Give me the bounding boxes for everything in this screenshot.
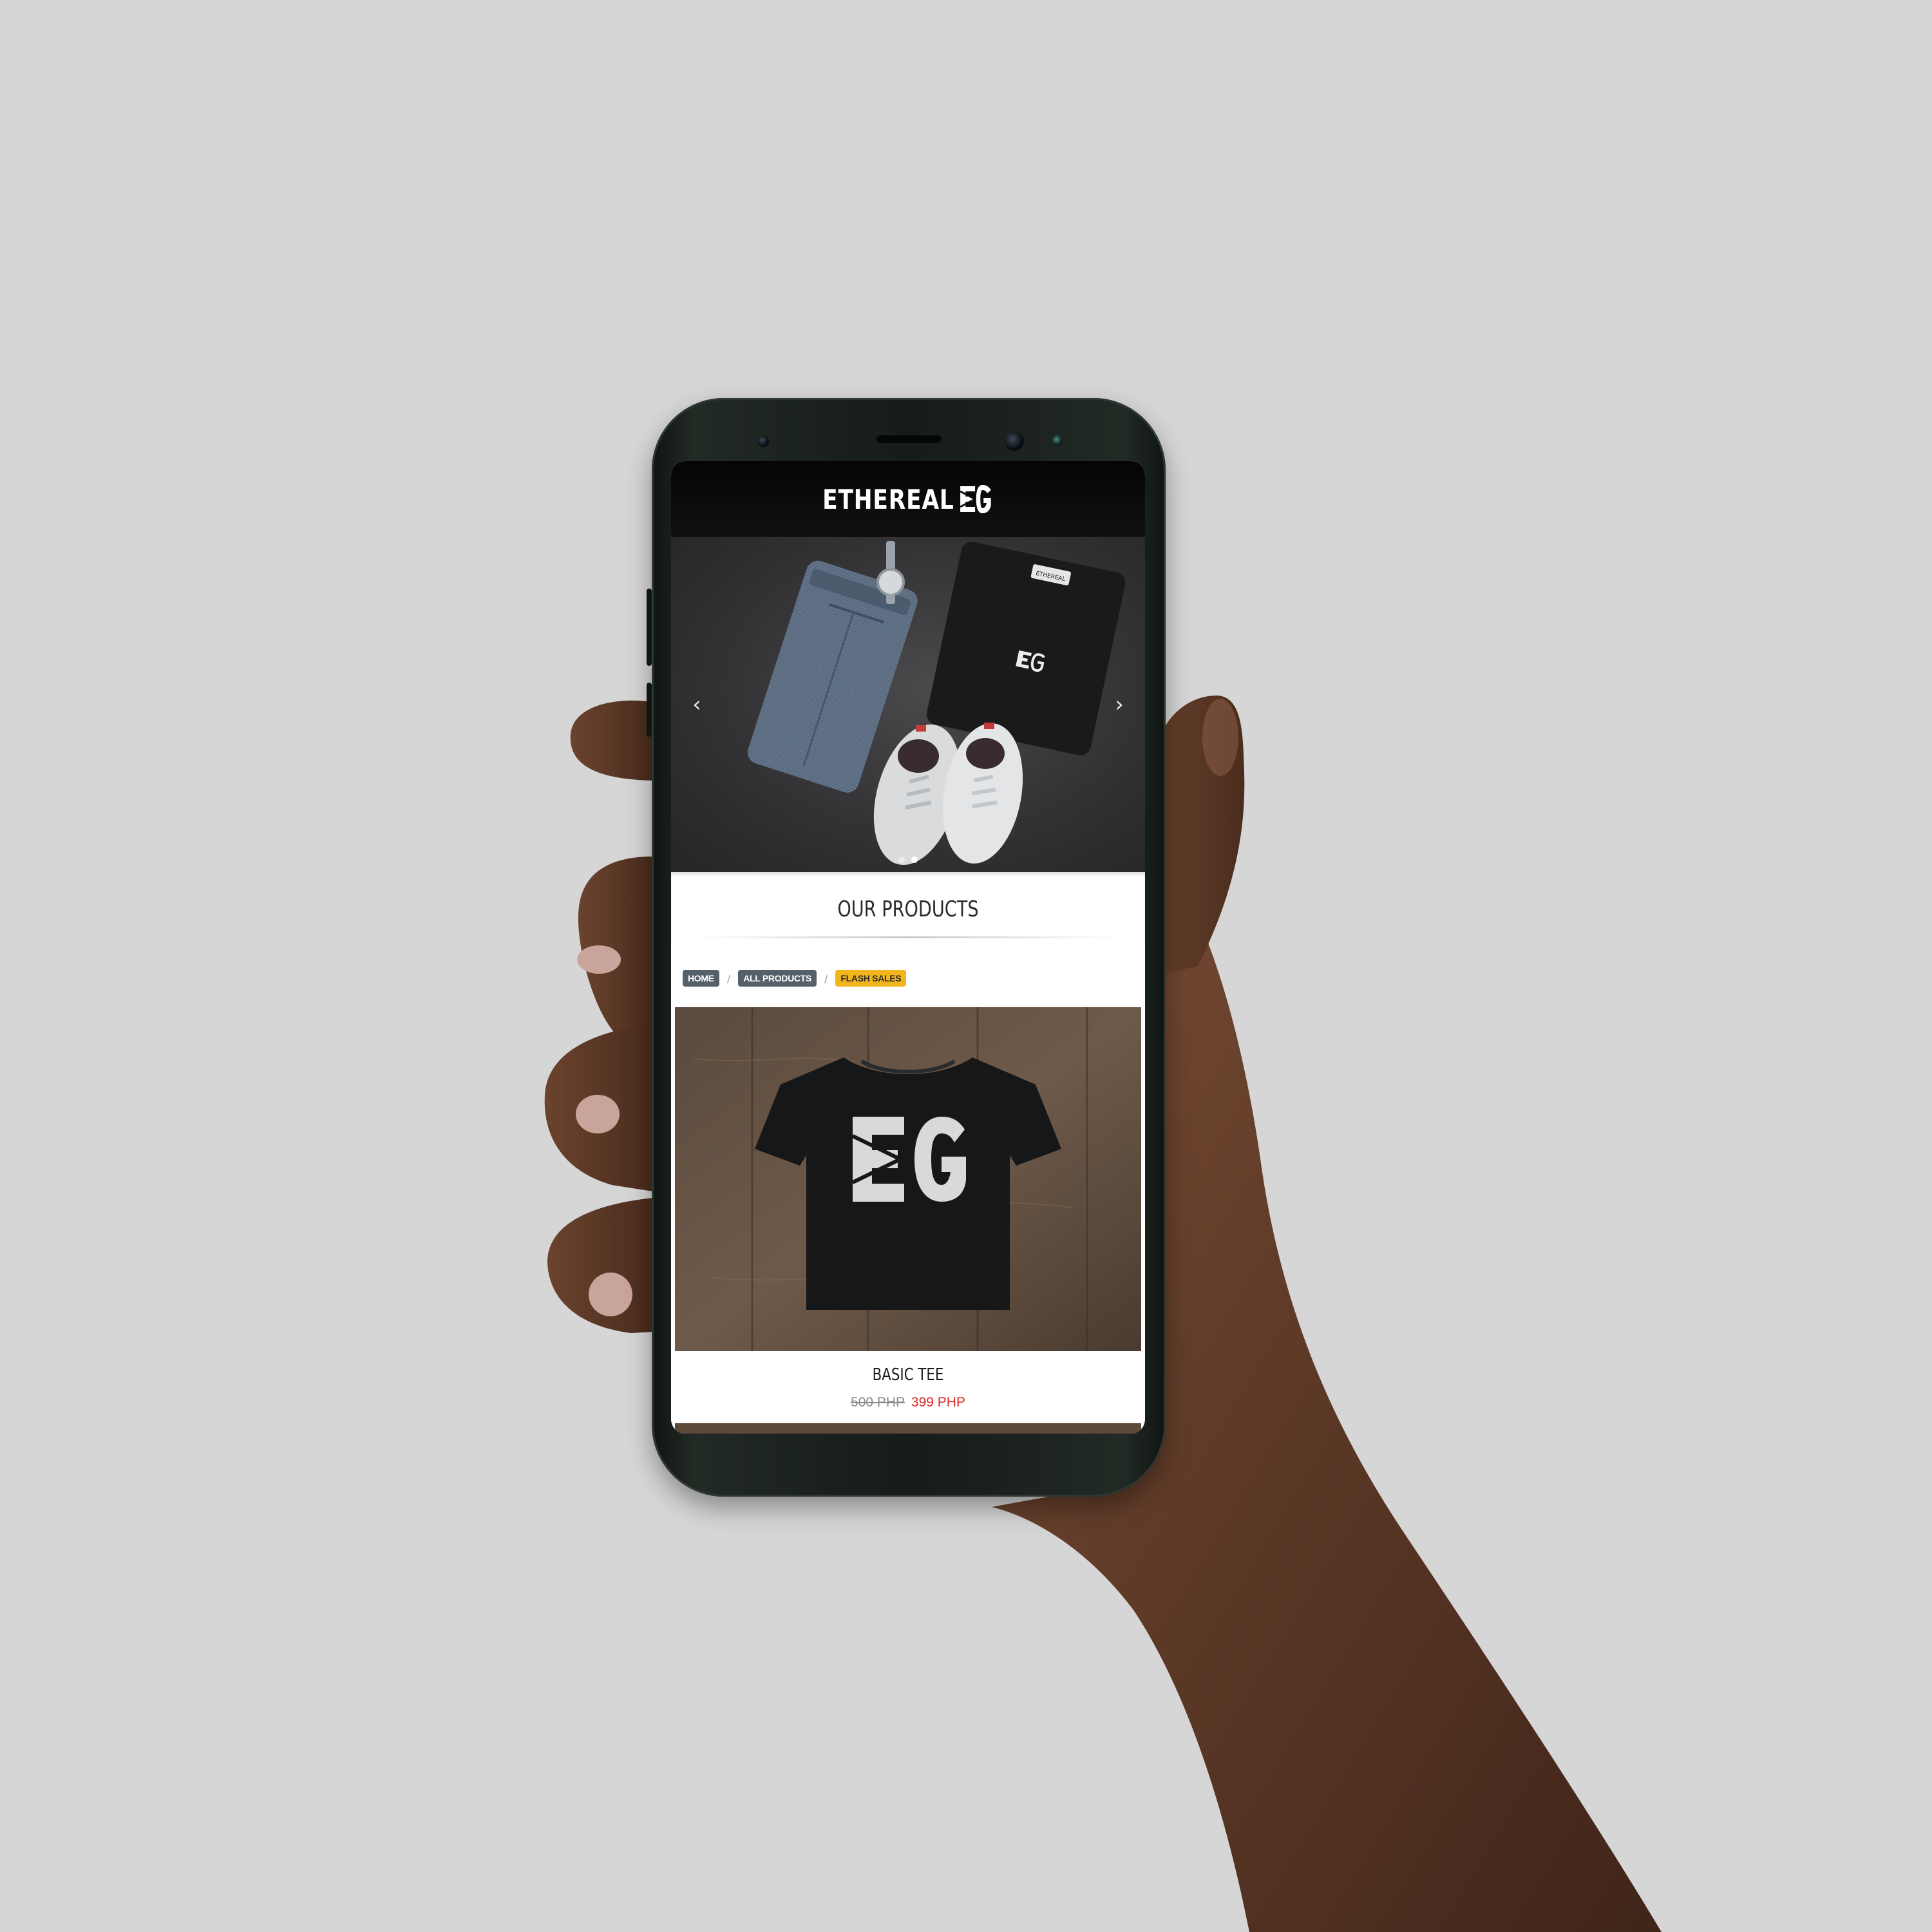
breadcrumb-flash-sales[interactable]: FLASH SALES	[835, 970, 907, 987]
hero-slide-image: ETHEREAL	[747, 541, 1126, 866]
earpiece-speaker	[876, 434, 942, 443]
product-sale-price: 399 PHP	[911, 1395, 965, 1410]
top-navigation-bar: ETHEREAL	[671, 461, 1145, 537]
front-camera-icon	[757, 435, 769, 447]
folded-black-tee-image: ETHEREAL	[926, 542, 1126, 755]
breadcrumb-separator: /	[726, 972, 731, 985]
phone-screen: ETHEREAL ETHEREAL ‹ › OUR PRODUCTS HOME …	[671, 461, 1145, 1434]
product-original-price: 500 PHP	[851, 1395, 905, 1410]
brand-logo-link[interactable]: ETHEREAL	[822, 484, 993, 515]
white-sneakers-image	[873, 723, 1023, 866]
section-header: OUR PRODUCTS	[671, 872, 1145, 944]
chevron-right-icon: ›	[1115, 692, 1124, 717]
carousel-dot-2[interactable]	[911, 857, 918, 863]
breadcrumb-all-products[interactable]: ALL PRODUCTS	[738, 970, 817, 987]
breadcrumb-home[interactable]: HOME	[683, 970, 719, 987]
product-price: 500 PHP 399 PHP	[675, 1395, 1141, 1410]
section-title: OUR PRODUCTS	[837, 896, 979, 922]
eg-monogram-logo-icon	[960, 485, 992, 513]
mockup-scene: ETHEREAL ETHEREAL ‹ › OUR PRODUCTS HOME …	[0, 0, 1932, 1932]
brand-name: ETHEREAL	[822, 483, 954, 515]
carousel-indicators	[671, 857, 1145, 863]
hero-carousel[interactable]: ETHEREAL ‹ ›	[671, 537, 1145, 872]
section-divider	[697, 936, 1119, 938]
product-name[interactable]: BASIC TEE	[717, 1365, 1099, 1385]
chevron-left-icon: ‹	[692, 692, 701, 717]
carousel-prev-button[interactable]: ‹	[685, 693, 708, 716]
bixby-button	[647, 683, 652, 737]
volume-button	[647, 589, 652, 666]
carousel-dot-1[interactable]	[898, 857, 905, 863]
phone-frame: ETHEREAL ETHEREAL ‹ › OUR PRODUCTS HOME …	[647, 398, 1166, 1497]
next-product-card-peek	[675, 1423, 1141, 1434]
iris-scanner-icon	[1005, 431, 1024, 451]
breadcrumb-separator: /	[824, 972, 828, 985]
proximity-sensor-icon	[1052, 435, 1063, 446]
product-card[interactable]: BASIC TEE 500 PHP 399 PHP	[675, 1007, 1141, 1434]
breadcrumb: HOME / ALL PRODUCTS / FLASH SALES	[683, 970, 907, 987]
carousel-next-button[interactable]: ›	[1108, 693, 1131, 716]
product-image	[675, 1007, 1141, 1351]
